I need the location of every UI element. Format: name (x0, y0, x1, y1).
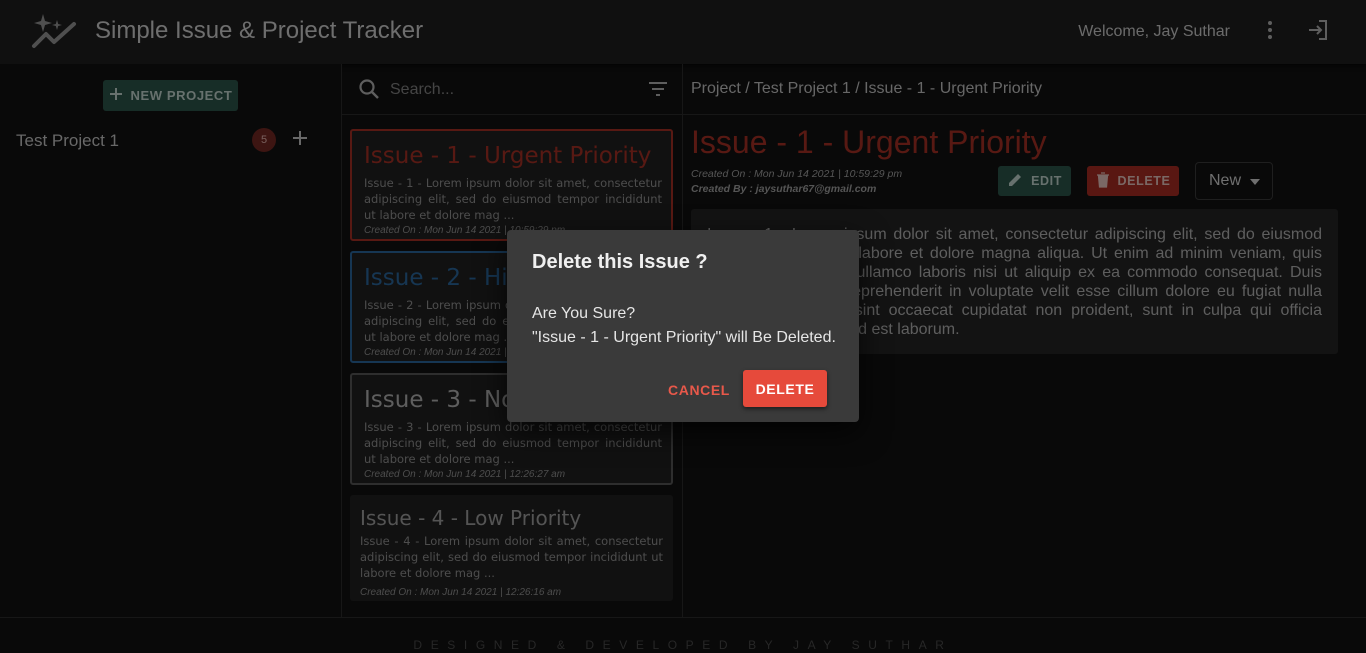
cancel-button[interactable]: CANCEL (664, 372, 734, 408)
dialog-question: Are You Sure? (532, 305, 636, 322)
delete-confirm-dialog: Delete this Issue ? Are You Sure? "Issue… (507, 230, 859, 422)
dialog-message: "Issue - 1 - Urgent Priority" will Be De… (532, 329, 836, 346)
confirm-delete-button[interactable]: DELETE (743, 370, 827, 407)
dialog-title: Delete this Issue ? (532, 251, 708, 273)
